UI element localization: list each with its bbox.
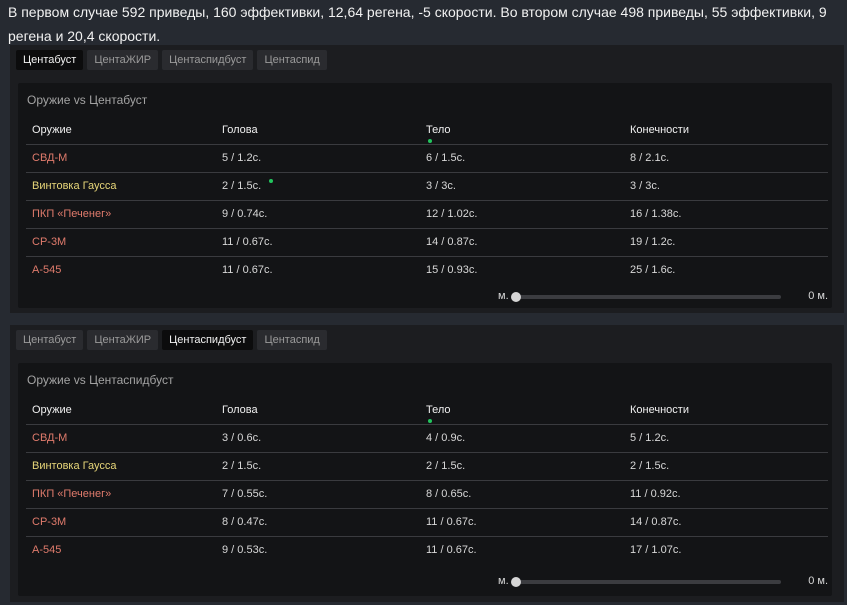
status-dot-indicator (428, 139, 432, 143)
table-header-row: Оружие Голова Тело Конечности (26, 117, 828, 145)
distance-slider[interactable] (511, 292, 781, 302)
head-value: 5 / 1.2с. (222, 152, 262, 164)
head-value: 9 / 0.53с. (222, 544, 268, 556)
limbs-value: 11 / 0.92с. (630, 488, 681, 500)
weapon-name: ПКП «Печенег» (32, 208, 112, 220)
table-row: ПКП «Печенег» 9 / 0.74с. 12 / 1.02с. 16 … (26, 201, 828, 229)
table-row: СР-3М 11 / 0.67с. 14 / 0.87с. 19 / 1.2с. (26, 229, 828, 257)
head-value: 3 / 0.6с. (222, 432, 262, 444)
damage-table: Оружие Голова Тело Конечности СВД-М 3 / … (26, 397, 828, 564)
limbs-value: 5 / 1.2с. (630, 432, 670, 444)
table-row: СВД-М 3 / 0.6с. 4 / 0.9с. 5 / 1.2с. (26, 425, 828, 453)
head-value: 2 / 1.5с. (222, 180, 262, 192)
slider-value-label: 0 м. (808, 290, 828, 302)
table-row: Винтовка Гаусса 2 / 1.5с. 2 / 1.5с. 2 / … (26, 453, 828, 481)
distance-slider[interactable] (511, 577, 781, 587)
tab-centafat[interactable]: ЦентаЖИР (87, 330, 159, 350)
weapon-name: А-545 (32, 264, 62, 276)
slider-thumb[interactable] (511, 577, 521, 587)
head-value: 9 / 0.74с. (222, 208, 268, 220)
table-row: Винтовка Гаусса 2 / 1.5с. 3 / 3с. 3 / 3с… (26, 173, 828, 201)
target-tabs: Центабуст ЦентаЖИР Центаспидбуст Центасп… (16, 50, 327, 72)
column-header-limbs: Конечности (630, 404, 689, 416)
limbs-value: 25 / 1.6с. (630, 264, 676, 276)
damage-table: Оружие Голова Тело Конечности СВД-М 5 / … (26, 117, 828, 284)
body-value: 2 / 1.5с. (426, 460, 466, 472)
slider-min-label: м. (498, 575, 509, 587)
tab-centaspeedboost[interactable]: Центаспидбуст (162, 50, 254, 70)
table-row: СВД-М 5 / 1.2с. 6 / 1.5с. 8 / 2.1с. (26, 145, 828, 173)
column-header-weapon: Оружие (32, 124, 72, 136)
limbs-value: 17 / 1.07с. (630, 544, 682, 556)
body-value: 11 / 0.67с. (426, 516, 477, 528)
comparison-panel-2: Центабуст ЦентаЖИР Центаспидбуст Центасп… (10, 325, 844, 602)
body-value: 6 / 1.5с. (426, 152, 466, 164)
distance-slider-row: м. 0 м. (18, 572, 832, 592)
body-value: 8 / 0.65с. (426, 488, 472, 500)
head-value: 8 / 0.47с. (222, 516, 268, 528)
tab-centaboost[interactable]: Центабуст (16, 330, 84, 350)
limbs-value: 16 / 1.38с. (630, 208, 682, 220)
tab-centafat[interactable]: ЦентаЖИР (87, 50, 159, 70)
status-dot-indicator (269, 179, 273, 183)
weapon-name: Винтовка Гаусса (32, 460, 117, 472)
head-value: 11 / 0.67с. (222, 264, 273, 276)
body-value: 12 / 1.02с. (426, 208, 478, 220)
table-row: А-545 11 / 0.67с. 15 / 0.93с. 25 / 1.6с. (26, 257, 828, 284)
limbs-value: 14 / 0.87с. (630, 516, 682, 528)
weapon-name: ПКП «Печенег» (32, 488, 112, 500)
limbs-value: 19 / 1.2с. (630, 236, 676, 248)
slider-min-label: м. (498, 290, 509, 302)
comparison-panel-1: Центабуст ЦентаЖИР Центаспидбуст Центасп… (10, 45, 844, 313)
damage-card: Оружие vs Центаспидбуст Оружие Голова Те… (18, 363, 832, 596)
head-value: 2 / 1.5с. (222, 460, 262, 472)
tab-centaspeed[interactable]: Центаспид (257, 330, 327, 350)
body-value: 15 / 0.93с. (426, 264, 478, 276)
weapon-name: Винтовка Гаусса (32, 180, 117, 192)
tab-centaspeedboost[interactable]: Центаспидбуст (162, 330, 254, 350)
limbs-value: 3 / 3с. (630, 180, 660, 192)
status-dot-indicator (428, 419, 432, 423)
table-row: А-545 9 / 0.53с. 11 / 0.67с. 17 / 1.07с. (26, 537, 828, 564)
body-value: 11 / 0.67с. (426, 544, 477, 556)
weapon-name: А-545 (32, 544, 62, 556)
tab-centaboost[interactable]: Центабуст (16, 50, 84, 70)
table-header-row: Оружие Голова Тело Конечности (26, 397, 828, 425)
column-header-head: Голова (222, 124, 258, 136)
distance-slider-row: м. 0 м. (18, 287, 832, 307)
head-value: 11 / 0.67с. (222, 236, 273, 248)
intro-text: В первом случае 592 приведы, 160 эффекти… (8, 4, 827, 44)
column-header-weapon: Оружие (32, 404, 72, 416)
body-value: 4 / 0.9с. (426, 432, 466, 444)
damage-card: Оружие vs Центабуст Оружие Голова Тело К… (18, 83, 832, 308)
card-title: Оружие vs Центабуст (27, 93, 148, 107)
slider-thumb[interactable] (511, 292, 521, 302)
slider-value-label: 0 м. (808, 575, 828, 587)
weapon-name: СВД-М (32, 432, 68, 444)
limbs-value: 2 / 1.5с. (630, 460, 670, 472)
weapon-name: СР-3М (32, 236, 67, 248)
card-title: Оружие vs Центаспидбуст (27, 373, 174, 387)
body-value: 14 / 0.87с. (426, 236, 478, 248)
weapon-name: СР-3М (32, 516, 67, 528)
body-value: 3 / 3с. (426, 180, 456, 192)
column-header-limbs: Конечности (630, 124, 689, 136)
limbs-value: 8 / 2.1с. (630, 152, 670, 164)
tab-centaspeed[interactable]: Центаспид (257, 50, 327, 70)
weapon-name: СВД-М (32, 152, 68, 164)
table-row: СР-3М 8 / 0.47с. 11 / 0.67с. 14 / 0.87с. (26, 509, 828, 537)
head-value: 7 / 0.55с. (222, 488, 268, 500)
target-tabs: Центабуст ЦентаЖИР Центаспидбуст Центасп… (16, 330, 327, 352)
table-row: ПКП «Печенег» 7 / 0.55с. 8 / 0.65с. 11 /… (26, 481, 828, 509)
column-header-head: Голова (222, 404, 258, 416)
